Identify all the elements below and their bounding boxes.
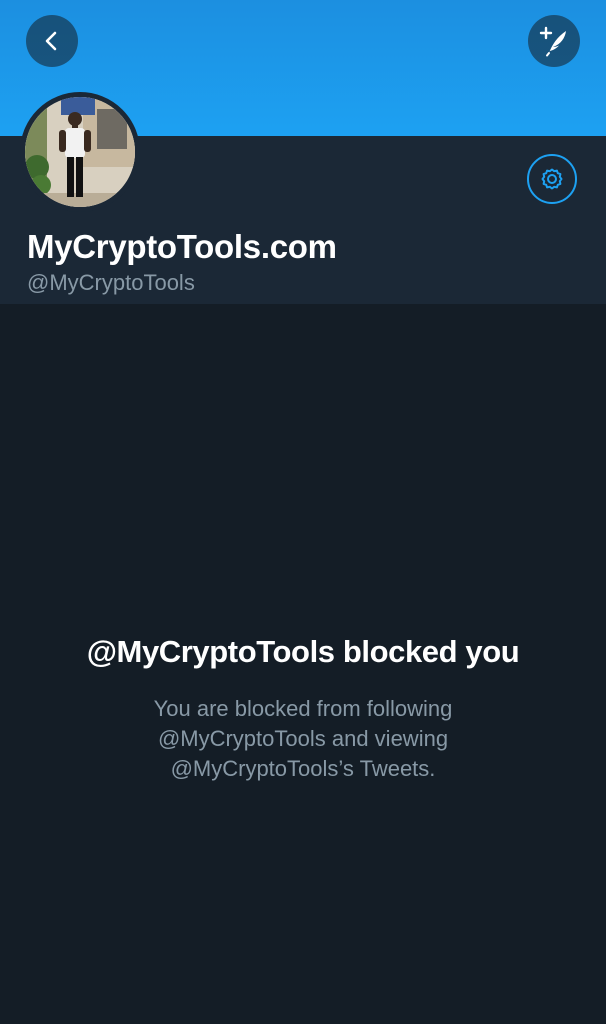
blocked-notice: @MyCryptoTools blocked you You are block… (0, 632, 606, 784)
compose-tweet-icon (539, 26, 566, 57)
back-arrow-icon (45, 31, 57, 51)
settings-button[interactable] (527, 154, 577, 204)
profile-display-name: MyCryptoTools.com (27, 228, 337, 265)
blocked-title: @MyCryptoTools blocked you (86, 634, 520, 669)
compose-tweet-button[interactable] (528, 15, 580, 67)
avatar[interactable] (20, 92, 140, 212)
profile-photo (25, 97, 135, 207)
back-button[interactable] (26, 15, 78, 67)
profile-screen: MyCryptoTools.com @MyCryptoTools @MyCryp… (0, 0, 606, 1024)
blocked-message: You are blocked from following @MyCrypto… (153, 696, 453, 781)
gear-icon (541, 168, 563, 190)
profile-handle: @MyCryptoTools (27, 270, 195, 295)
